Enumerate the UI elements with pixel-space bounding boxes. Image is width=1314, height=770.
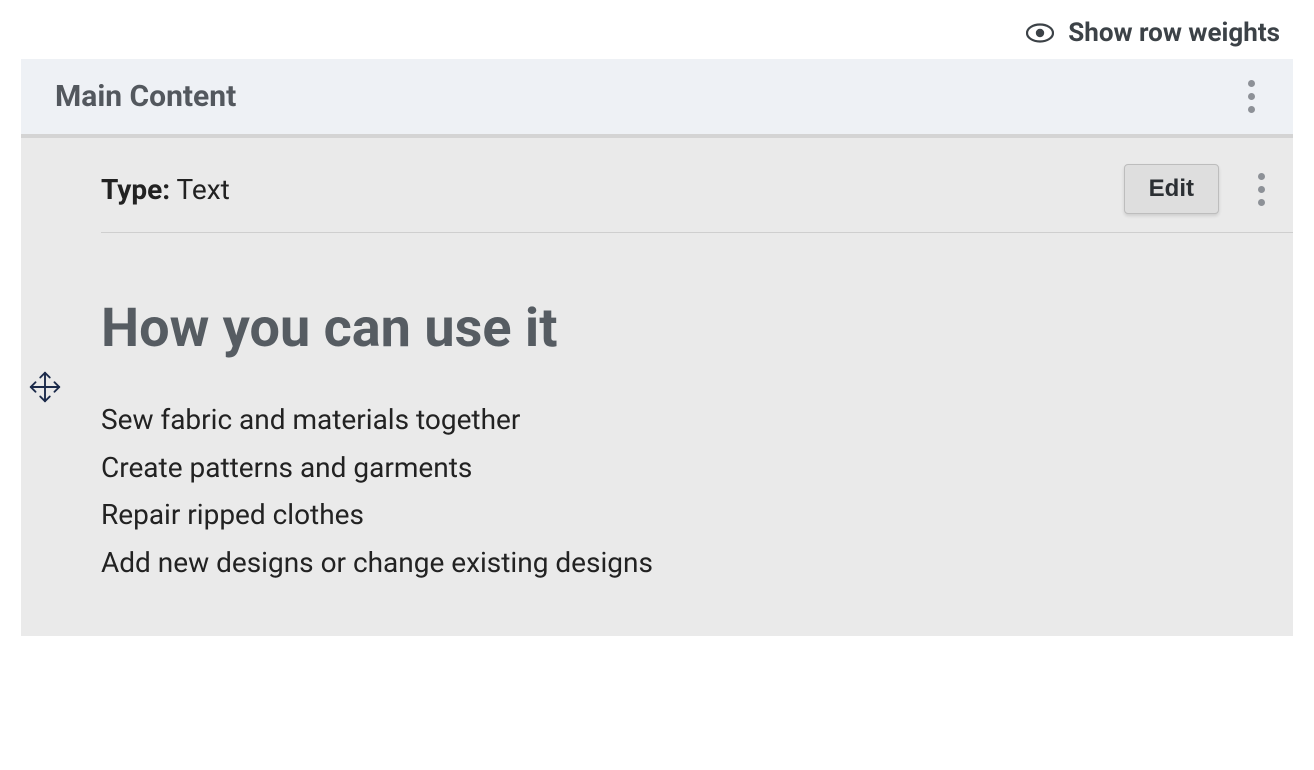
content-line: Repair ripped clothes xyxy=(101,491,1253,539)
panel-header: Main Content xyxy=(21,59,1293,134)
show-row-weights-toggle[interactable]: Show row weights xyxy=(1026,18,1280,48)
item-content-body: How you can use it Sew fabric and materi… xyxy=(101,233,1293,586)
item-type-label: Type: Text xyxy=(101,173,230,206)
content-lines: Sew fabric and materials together Create… xyxy=(101,396,1253,586)
main-content-panel: Main Content xyxy=(20,58,1294,637)
type-value: Text xyxy=(177,173,230,206)
item-menu-button[interactable] xyxy=(1247,169,1275,209)
content-line: Add new designs or change existing desig… xyxy=(101,539,1253,587)
show-row-weights-label: Show row weights xyxy=(1068,18,1280,48)
eye-icon xyxy=(1026,23,1054,43)
drag-handle[interactable] xyxy=(25,367,65,407)
panel-title: Main Content xyxy=(55,79,1259,114)
move-icon xyxy=(26,368,64,406)
top-toolbar: Show row weights xyxy=(20,18,1294,48)
content-line: Sew fabric and materials together xyxy=(101,396,1253,444)
type-key: Type: xyxy=(101,173,170,206)
item-actions: Edit xyxy=(1124,164,1275,214)
content-heading: How you can use it xyxy=(101,297,1253,360)
edit-button[interactable]: Edit xyxy=(1124,164,1219,214)
panel-menu-button[interactable] xyxy=(1237,76,1265,116)
content-line: Create patterns and garments xyxy=(101,444,1253,492)
item-header-row: Type: Text Edit xyxy=(101,138,1293,233)
content-item: Type: Text Edit How you can use it Sew f… xyxy=(21,138,1293,636)
